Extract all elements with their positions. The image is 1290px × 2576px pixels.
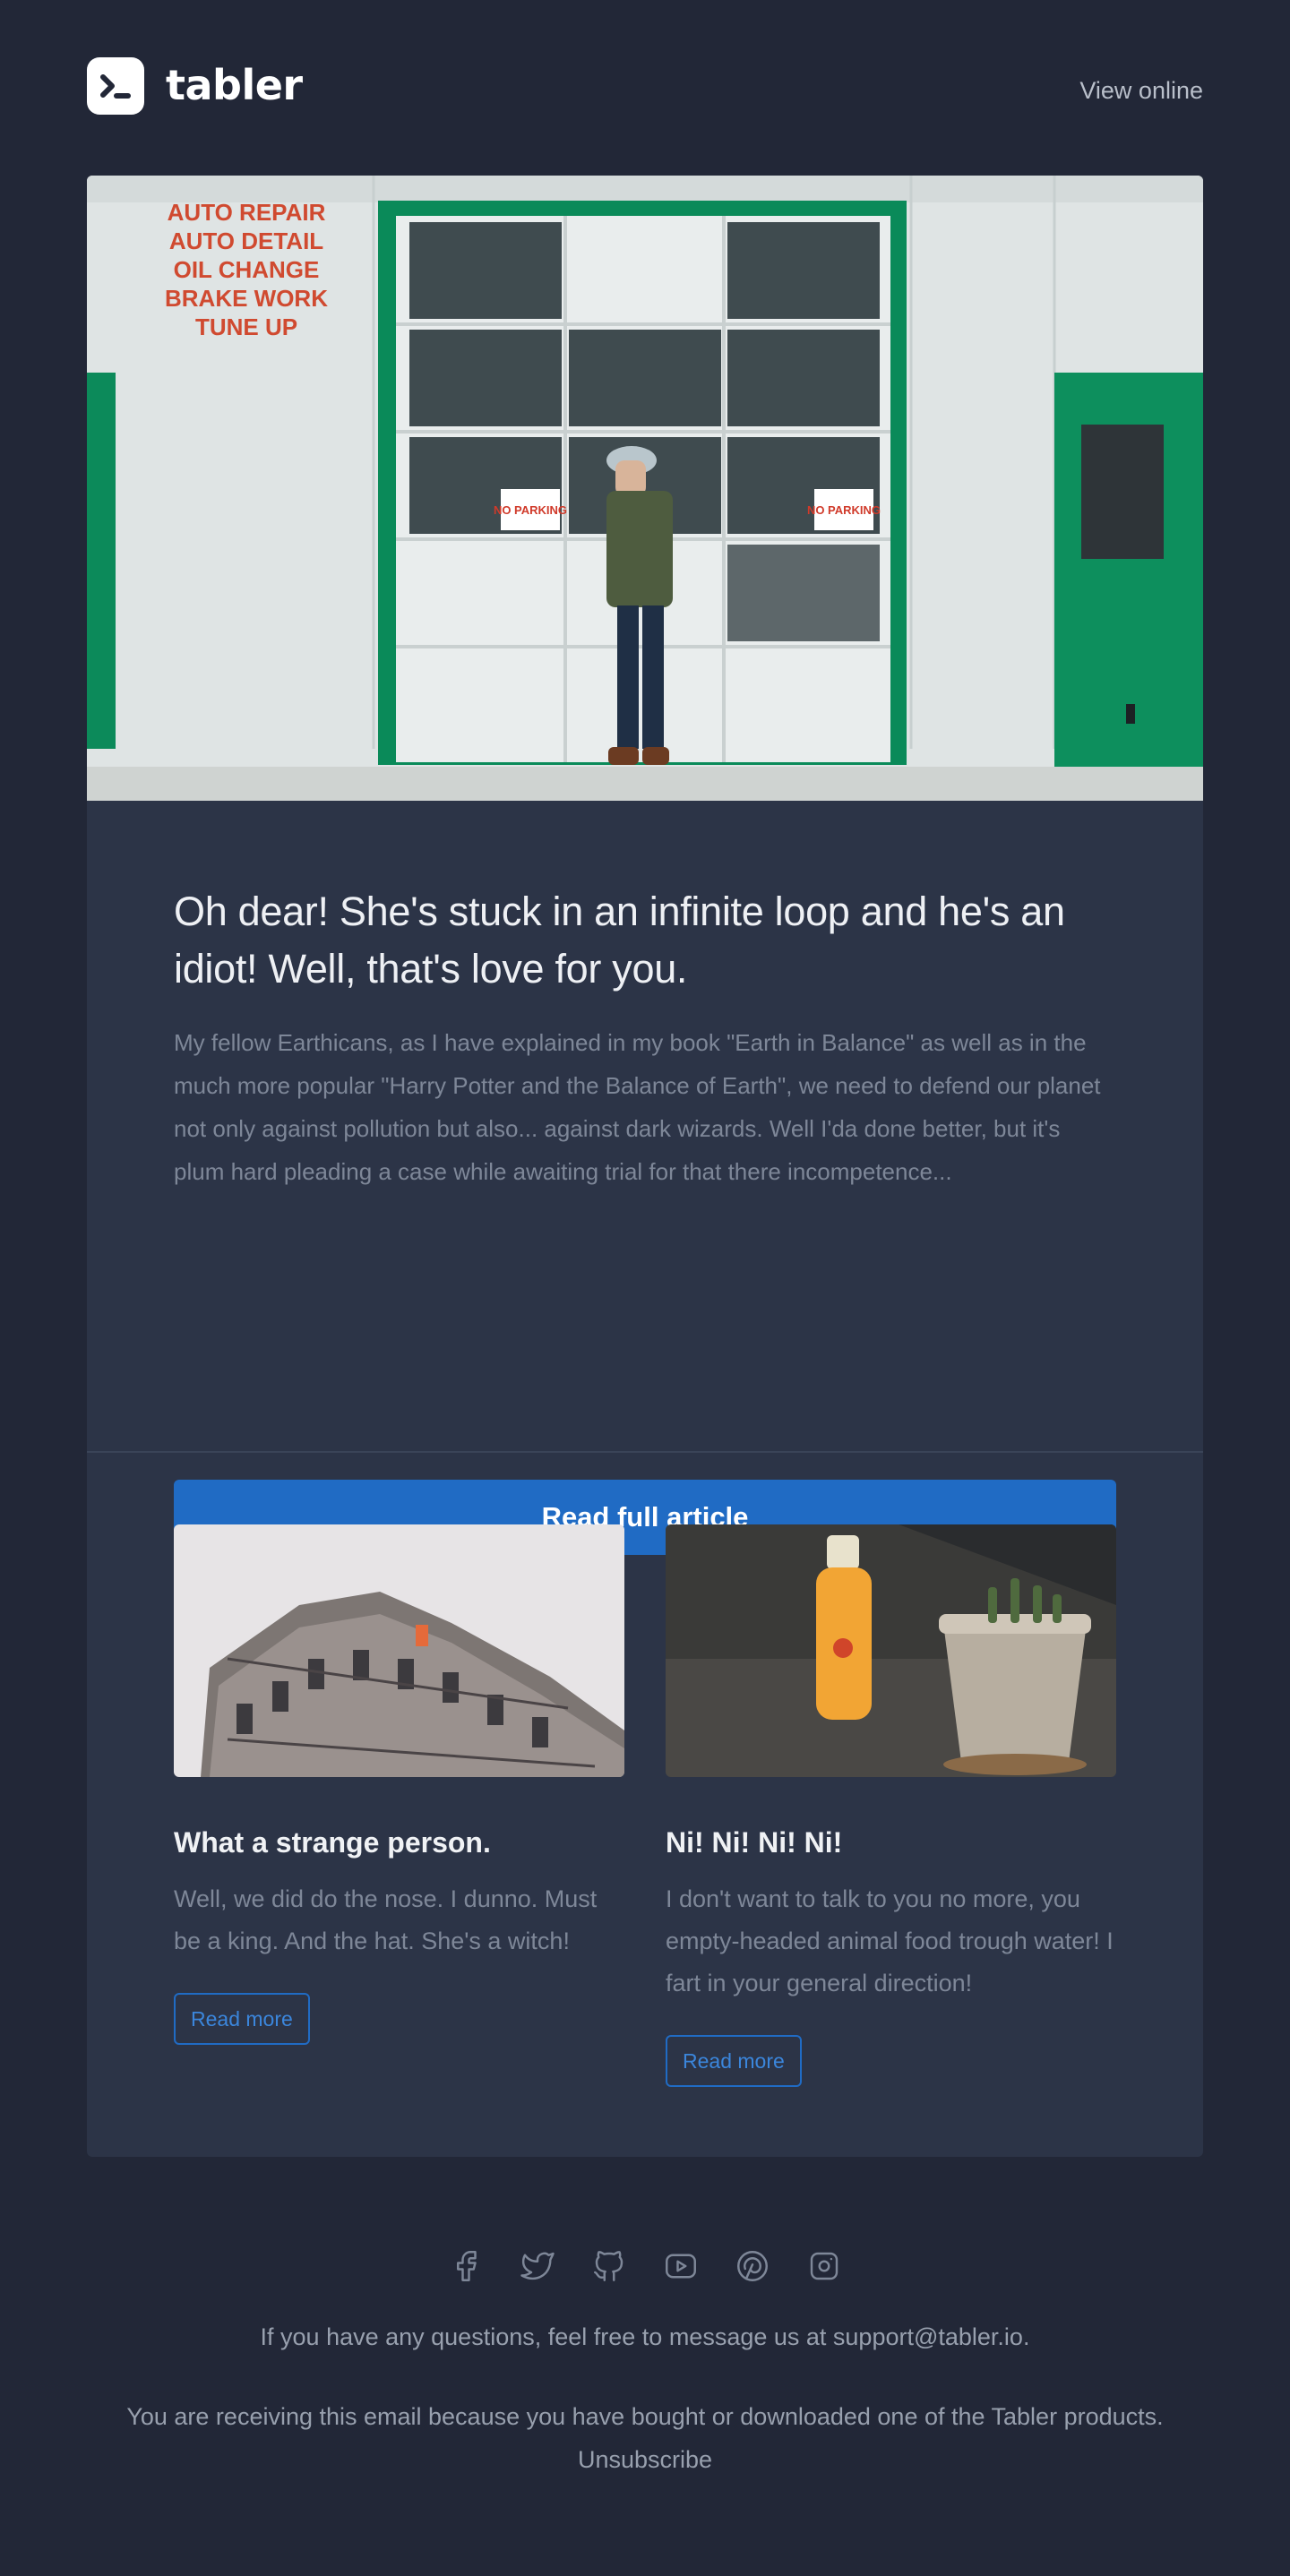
github-icon[interactable] (590, 2245, 628, 2288)
article-card: What a strange person. Well, we did do t… (174, 1524, 624, 2045)
svg-text:AUTO DETAIL: AUTO DETAIL (169, 228, 323, 254)
hero-image: AUTO REPAIR AUTO DETAIL OIL CHANGE BRAKE… (87, 176, 1203, 801)
svg-text:NO PARKING: NO PARKING (494, 503, 567, 517)
svg-text:OIL CHANGE: OIL CHANGE (174, 256, 320, 283)
read-more-button[interactable]: Read more (174, 1993, 310, 2045)
bottle-plant-image (666, 1524, 1116, 1777)
article-excerpt: My fellow Earthicans, as I have explaine… (174, 1029, 1101, 1185)
twitter-icon[interactable] (519, 2245, 556, 2288)
footer-receiving-text: You are receiving this email because you… (126, 2403, 1164, 2430)
tabler-logo-icon[interactable] (87, 57, 144, 115)
card-text: Well, we did do the nose. I dunno. Must … (174, 1885, 598, 1954)
email-header: tabler View online (87, 57, 1203, 116)
social-links (87, 2245, 1203, 2288)
card-title: Ni! Ni! Ni! Ni! (666, 1826, 843, 1859)
view-online-link[interactable]: View online (1079, 77, 1203, 105)
youtube-icon[interactable] (662, 2245, 700, 2288)
unsubscribe-link[interactable]: Unsubscribe (87, 2438, 1203, 2481)
article-section: Oh dear! She's stuck in an infinite loop… (174, 883, 1116, 1555)
footer-contact-text: If you have any questions, feel free to … (260, 2323, 1030, 2350)
read-more-button[interactable]: Read more (666, 2035, 802, 2087)
email-card: AUTO REPAIR AUTO DETAIL OIL CHANGE BRAKE… (87, 176, 1203, 2157)
svg-text:BRAKE WORK: BRAKE WORK (165, 285, 328, 312)
card-title: What a strange person. (174, 1826, 491, 1859)
article-card: Ni! Ni! Ni! Ni! I don't want to talk to … (666, 1524, 1116, 2087)
article-title: Oh dear! She's stuck in an infinite loop… (174, 889, 1065, 992)
svg-text:AUTO REPAIR: AUTO REPAIR (168, 199, 326, 226)
instagram-icon[interactable] (805, 2245, 843, 2288)
svg-text:NO PARKING: NO PARKING (807, 503, 881, 517)
pinterest-icon[interactable] (734, 2245, 771, 2288)
svg-text:TUNE UP: TUNE UP (195, 313, 297, 340)
card-text: I don't want to talk to you no more, you… (666, 1885, 1114, 1996)
brand-name: tabler (166, 61, 303, 109)
facebook-icon[interactable] (447, 2245, 485, 2288)
building-image (174, 1524, 624, 1777)
footer-notice: You are receiving this email because you… (87, 2395, 1203, 2481)
section-divider (87, 1451, 1203, 1453)
